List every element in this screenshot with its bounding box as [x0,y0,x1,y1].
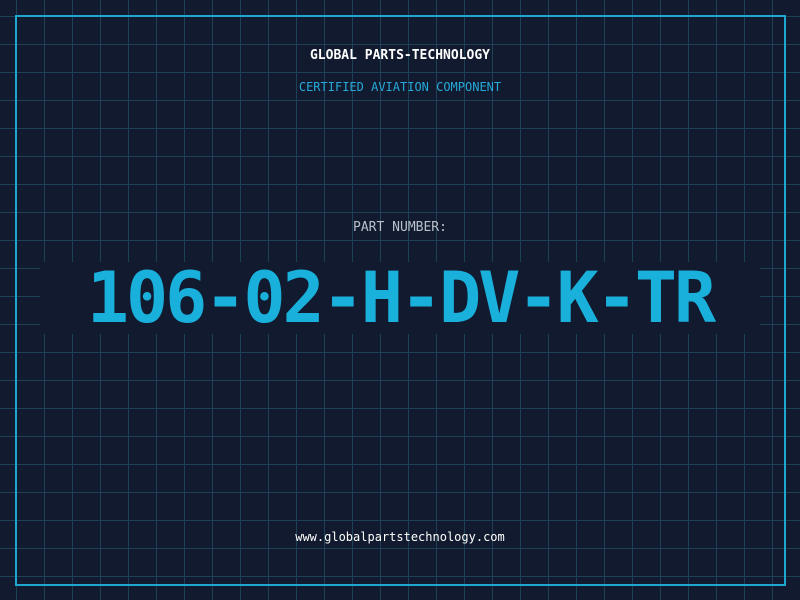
part-number-value: 106-02-H-DV-K-TR [86,257,716,339]
blueprint-card: GLOBAL PARTS-TECHNOLOGY CERTIFIED AVIATI… [0,0,800,600]
brand-name: GLOBAL PARTS-TECHNOLOGY [309,48,490,63]
part-number-label: PART NUMBER: [353,220,447,235]
brand-subtitle: CERTIFIED AVIATION COMPONENT [298,80,502,94]
website-url: www.globalpartstechnology.com [295,530,505,544]
